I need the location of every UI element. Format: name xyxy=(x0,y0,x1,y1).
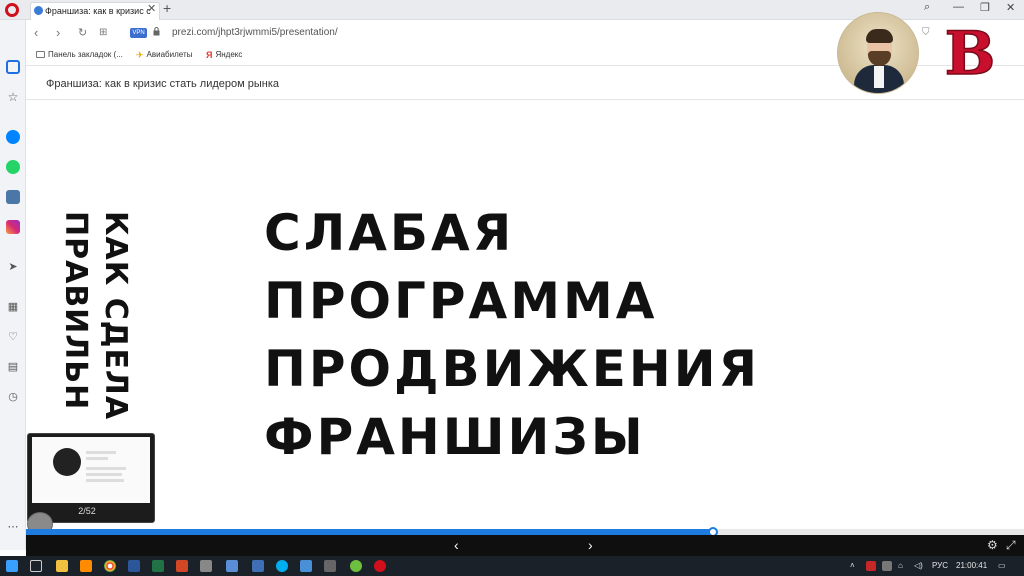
slide-thumbnail[interactable]: 2/52 xyxy=(27,433,155,523)
fullscreen-icon[interactable]: ⤢ xyxy=(1006,538,1016,553)
bookmark-folder[interactable]: Панель закладок (... xyxy=(36,50,123,59)
opera-taskbar-icon[interactable] xyxy=(374,560,386,572)
bookmark-flights[interactable]: ✈ Авиабилеты xyxy=(136,50,192,60)
pdf-icon[interactable] xyxy=(176,560,188,572)
app-icon[interactable] xyxy=(252,560,264,572)
vk-icon[interactable] xyxy=(6,190,20,204)
volume-icon[interactable]: ◁) xyxy=(914,561,923,570)
search-tabs-icon[interactable]: ⌕ xyxy=(924,1,930,14)
presentation-nav-bar: ‹ › ⚙ ⤢ xyxy=(26,535,1024,556)
task-view-icon[interactable] xyxy=(30,560,42,572)
notifications-icon[interactable]: ▭ xyxy=(998,561,1006,570)
shield-icon[interactable]: ⛉ xyxy=(922,27,930,38)
opera-logo-icon[interactable] xyxy=(5,3,19,17)
excel-icon[interactable] xyxy=(152,560,164,572)
headline-line: ФРАНШИЗЫ xyxy=(264,408,646,466)
tab-title: Франшиза: как в кризис с xyxy=(45,6,151,16)
app-icon[interactable] xyxy=(350,560,362,572)
thumbnail-text-line xyxy=(86,457,108,460)
vertical-heading-line-2: ПРАВИЛЬН xyxy=(58,211,93,411)
thumbnail-text-line xyxy=(86,473,122,476)
tray-app-icon[interactable] xyxy=(882,561,892,571)
new-tab-icon[interactable]: + xyxy=(163,0,171,16)
calculator-icon[interactable] xyxy=(200,560,212,572)
app-icon[interactable] xyxy=(226,560,238,572)
presentation-slide[interactable]: КАК СДЕЛА ПРАВИЛЬН СЛАБАЯ ПРОГРАММА ПРОД… xyxy=(26,101,1024,529)
file-explorer-icon[interactable] xyxy=(56,560,68,572)
tray-chevron-icon[interactable]: ˄ xyxy=(850,561,855,570)
history-icon[interactable]: ◷ xyxy=(6,390,20,404)
thumbnail-preview xyxy=(32,437,150,503)
app-icon[interactable] xyxy=(324,560,336,572)
messenger-icon[interactable] xyxy=(6,130,20,144)
window-close-icon[interactable]: ✕ xyxy=(1006,1,1015,14)
more-icon[interactable]: ⋯ xyxy=(6,520,20,534)
network-icon[interactable]: ⌂ xyxy=(898,561,903,570)
headline-line: ПРОДВИЖЕНИЯ xyxy=(264,340,761,398)
yandex-icon: Я xyxy=(206,50,213,60)
app-icon[interactable] xyxy=(80,560,92,572)
channel-logo: B xyxy=(946,20,994,82)
vpn-badge[interactable]: VPN xyxy=(130,28,147,38)
speed-dial-icon[interactable]: ⊞ xyxy=(99,27,107,38)
back-icon[interactable]: ‹ xyxy=(34,25,38,40)
forward-icon[interactable]: › xyxy=(56,25,60,40)
thumbnail-avatar xyxy=(53,448,81,476)
minimize-icon[interactable]: — xyxy=(953,1,964,13)
heart-icon[interactable]: ♡ xyxy=(6,330,20,344)
lock-icon xyxy=(153,27,160,36)
settings-gear-icon[interactable]: ⚙ xyxy=(987,538,998,552)
restore-icon[interactable]: ❐ xyxy=(980,1,990,14)
slide-headline: СЛАБАЯ ПРОГРАММА ПРОДВИЖЕНИЯ ФРАНШИЗЫ xyxy=(264,199,760,471)
reload-icon[interactable]: ↻ xyxy=(78,26,87,39)
home-icon[interactable] xyxy=(6,60,20,74)
word-icon[interactable] xyxy=(128,560,140,572)
news-icon[interactable]: ▤ xyxy=(6,360,20,374)
bookmark-star-icon[interactable]: ☆ xyxy=(6,90,20,104)
vertical-heading-line-1: КАК СДЕЛА xyxy=(98,211,133,421)
clock[interactable]: 21:00:41 xyxy=(956,561,987,570)
tab-favicon-icon xyxy=(34,6,43,15)
presenter-webcam xyxy=(837,12,919,94)
thumbnail-text-line xyxy=(86,467,126,470)
url-field[interactable]: prezi.com/jhpt3rjwmmi5/presentation/ xyxy=(172,27,338,38)
tab-close-icon[interactable]: ✕ xyxy=(147,2,156,15)
chrome-icon[interactable] xyxy=(104,560,116,572)
opera-sidebar: ☆ ➤ ▦ ♡ ▤ ◷ ⋯ xyxy=(0,20,26,550)
whatsapp-icon[interactable] xyxy=(6,160,20,174)
send-icon[interactable]: ➤ xyxy=(6,260,20,274)
windows-taskbar: ˄ ⌂ ◁) РУС 21:00:41 ▭ xyxy=(0,556,1024,576)
language-indicator[interactable]: РУС xyxy=(932,561,948,570)
bookmark-yandex[interactable]: Я Яндекс xyxy=(206,50,242,60)
thumbnail-text-line xyxy=(86,451,116,454)
thumbnail-text-line xyxy=(86,479,124,482)
apps-grid-icon[interactable]: ▦ xyxy=(6,300,20,314)
headline-line: ПРОГРАММА xyxy=(264,272,658,330)
browser-tab[interactable]: Франшиза: как в кризис с xyxy=(30,2,160,20)
instagram-icon[interactable] xyxy=(6,220,20,234)
tray-app-icon[interactable] xyxy=(866,561,876,571)
prev-slide-icon[interactable]: ‹ xyxy=(454,537,459,553)
app-icon[interactable] xyxy=(300,560,312,572)
headline-line: СЛАБАЯ xyxy=(264,204,515,262)
presentation-title: Франшиза: как в кризис стать лидером рын… xyxy=(46,78,280,90)
logo-letter: B xyxy=(946,20,994,82)
folder-icon xyxy=(36,51,45,58)
next-slide-icon[interactable]: › xyxy=(588,537,593,553)
skype-icon[interactable] xyxy=(276,560,288,572)
airplane-icon: ✈ xyxy=(136,50,144,60)
windows-start-icon[interactable] xyxy=(6,560,18,572)
